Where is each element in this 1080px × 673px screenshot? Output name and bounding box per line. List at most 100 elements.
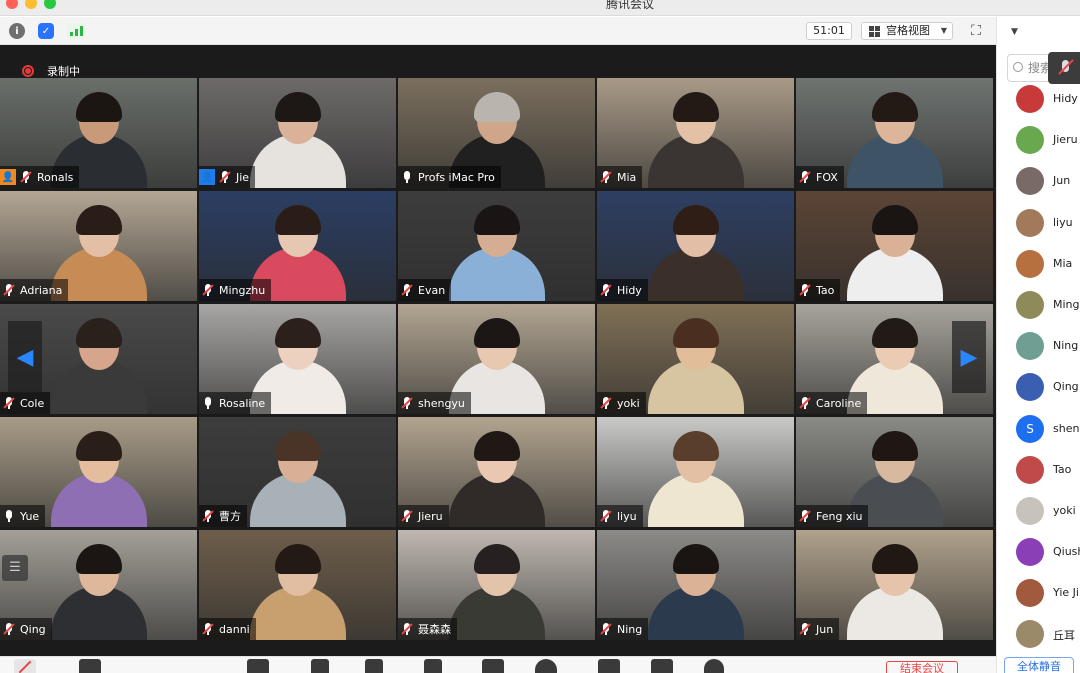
participant-list-name: Qing [1053, 380, 1079, 394]
video-tile[interactable]: 聂森森 [398, 530, 595, 640]
participant-name: Mia [617, 170, 637, 184]
video-tile[interactable]: Mia [597, 78, 794, 188]
record-button[interactable] [535, 659, 557, 673]
video-tile[interactable]: Hidy [597, 191, 794, 301]
name-label: 聂森森 [398, 618, 457, 640]
participant-name: yoki [617, 396, 640, 410]
video-tile[interactable]: yoki [597, 304, 794, 414]
name-label: Jieru [398, 505, 449, 527]
recording-indicator: 录制中 [22, 64, 80, 78]
settings-button[interactable] [704, 659, 724, 673]
video-tile[interactable]: Jun [796, 530, 993, 640]
video-tile[interactable]: 👤 Jie [199, 78, 396, 188]
participant-list-item[interactable]: Jun [997, 161, 1080, 202]
mic-muted-icon [20, 170, 32, 184]
video-tile[interactable]: Jieru [398, 417, 595, 527]
avatar [1016, 373, 1044, 402]
mic-muted-icon [401, 622, 413, 636]
mic-icon [3, 509, 15, 523]
name-label: 👤 Jie [199, 166, 256, 188]
name-label: Caroline [796, 392, 868, 414]
grid-view-button[interactable]: 宫格视图 ▼ [861, 22, 953, 40]
list-icon[interactable]: ☰ [2, 555, 28, 581]
invite-button[interactable] [365, 659, 383, 673]
participant-list-item[interactable]: Hidy [997, 79, 1080, 120]
participants-button[interactable] [424, 659, 442, 673]
mic-muted-icon [202, 283, 214, 297]
video-tile[interactable]: Rosaline [199, 304, 396, 414]
video-tile[interactable]: danni [199, 530, 396, 640]
participant-list-name: sheng [1053, 421, 1080, 435]
avatar [1016, 208, 1044, 237]
share-screen-button[interactable] [247, 659, 269, 673]
participant-name: 曹方 [219, 510, 241, 523]
video-tile[interactable]: Profs iMac Pro [398, 78, 595, 188]
participant-list-item[interactable]: Ssheng [997, 409, 1080, 450]
participant-name: Profs iMac Pro [418, 170, 495, 184]
view-label: 宫格视图 [886, 24, 930, 37]
participant-list-item[interactable]: Mingz [997, 285, 1080, 326]
video-tile[interactable]: Feng xiu [796, 417, 993, 527]
mute-mic-button[interactable] [14, 659, 36, 673]
shield-icon[interactable]: ✓ [38, 23, 54, 39]
window-title: 腾讯会议 [605, 0, 654, 11]
name-label: Yue [0, 505, 46, 527]
camera-button[interactable] [79, 659, 101, 673]
avatar [1016, 496, 1044, 525]
participant-list-item[interactable]: Mia [997, 244, 1080, 285]
video-tile[interactable]: 曹方 [199, 417, 396, 527]
participant-name: Ronals [37, 170, 74, 184]
mute-all-button[interactable]: 全体静音 [1004, 657, 1074, 673]
mic-muted-icon [799, 509, 811, 523]
participant-list-name: yoki [1053, 503, 1076, 517]
participant-name: Cole [20, 396, 45, 410]
participant-list-item[interactable]: Yie Ji [997, 573, 1080, 614]
participant-list-item[interactable]: Tao [997, 450, 1080, 491]
participant-list-name: Tao [1053, 462, 1072, 476]
apps-grid-button[interactable] [651, 659, 673, 673]
video-tile[interactable]: Evan [398, 191, 595, 301]
video-tile[interactable]: FOX [796, 78, 993, 188]
mic-muted-icon [3, 396, 15, 410]
security-button[interactable] [311, 659, 329, 673]
end-meeting-button[interactable]: 结束会议 [886, 661, 958, 673]
name-label: shengyu [398, 392, 471, 414]
mic-muted-icon [401, 509, 413, 523]
participant-list-item[interactable]: liyu [997, 203, 1080, 244]
previous-page-button[interactable]: ◀ [8, 321, 42, 393]
video-tile[interactable]: 👤 Ronals [0, 78, 197, 188]
participant-list-item[interactable]: Ning [997, 326, 1080, 367]
meeting-window: 腾讯会议 i ✓ 51:01 宫格视图 ▼ ⛶ 录制中 👤 Ronals 👤 Jie P… [0, 0, 1080, 673]
video-tile[interactable]: Tao [796, 191, 993, 301]
video-tile[interactable]: Mingzhu [199, 191, 396, 301]
chevron-down-icon[interactable]: ▼ [1011, 27, 1018, 37]
video-tile[interactable]: Yue [0, 417, 197, 527]
fullscreen-icon[interactable]: ⛶ [967, 22, 985, 40]
signal-icon[interactable] [67, 23, 85, 39]
video-tile[interactable]: Adriana [0, 191, 197, 301]
name-label: Jun [796, 618, 840, 640]
apps-button[interactable] [598, 659, 620, 673]
participant-list-item[interactable]: 丘耳 [997, 614, 1080, 655]
name-label: Cole [0, 392, 51, 414]
participant-list-item[interactable]: Qing [997, 367, 1080, 408]
info-icon[interactable]: i [9, 23, 25, 39]
video-tile[interactable]: Ning [597, 530, 794, 640]
next-page-button[interactable]: ▶ [952, 321, 986, 393]
mic-muted-icon [202, 509, 214, 523]
participant-list-item[interactable]: yoki [997, 491, 1080, 532]
participant-list-item[interactable]: Qiush [997, 532, 1080, 573]
name-label: Tao [796, 279, 841, 301]
participant-list-item[interactable]: Jieru [997, 120, 1080, 161]
user-badge-icon: 👤 [199, 169, 215, 185]
chat-button[interactable] [482, 659, 504, 673]
video-grid: 👤 Ronals 👤 Jie Profs iMac Pro Mia FOX Adriana Mi… [0, 78, 996, 640]
participant-name: Ning [617, 622, 643, 636]
video-area: 录制中 👤 Ronals 👤 Jie Profs iMac Pro Mia FOX Adria… [0, 45, 996, 656]
participant-name: Mingzhu [219, 283, 266, 297]
video-tile[interactable]: Qing [0, 530, 197, 640]
video-tile[interactable]: shengyu [398, 304, 595, 414]
participant-list: Hidy Jieru Jun liyu Mia Mingz Ning Qing Ssheng Ta… [997, 79, 1080, 656]
video-tile[interactable]: liyu [597, 417, 794, 527]
participant-list-name: Mia [1053, 256, 1073, 270]
